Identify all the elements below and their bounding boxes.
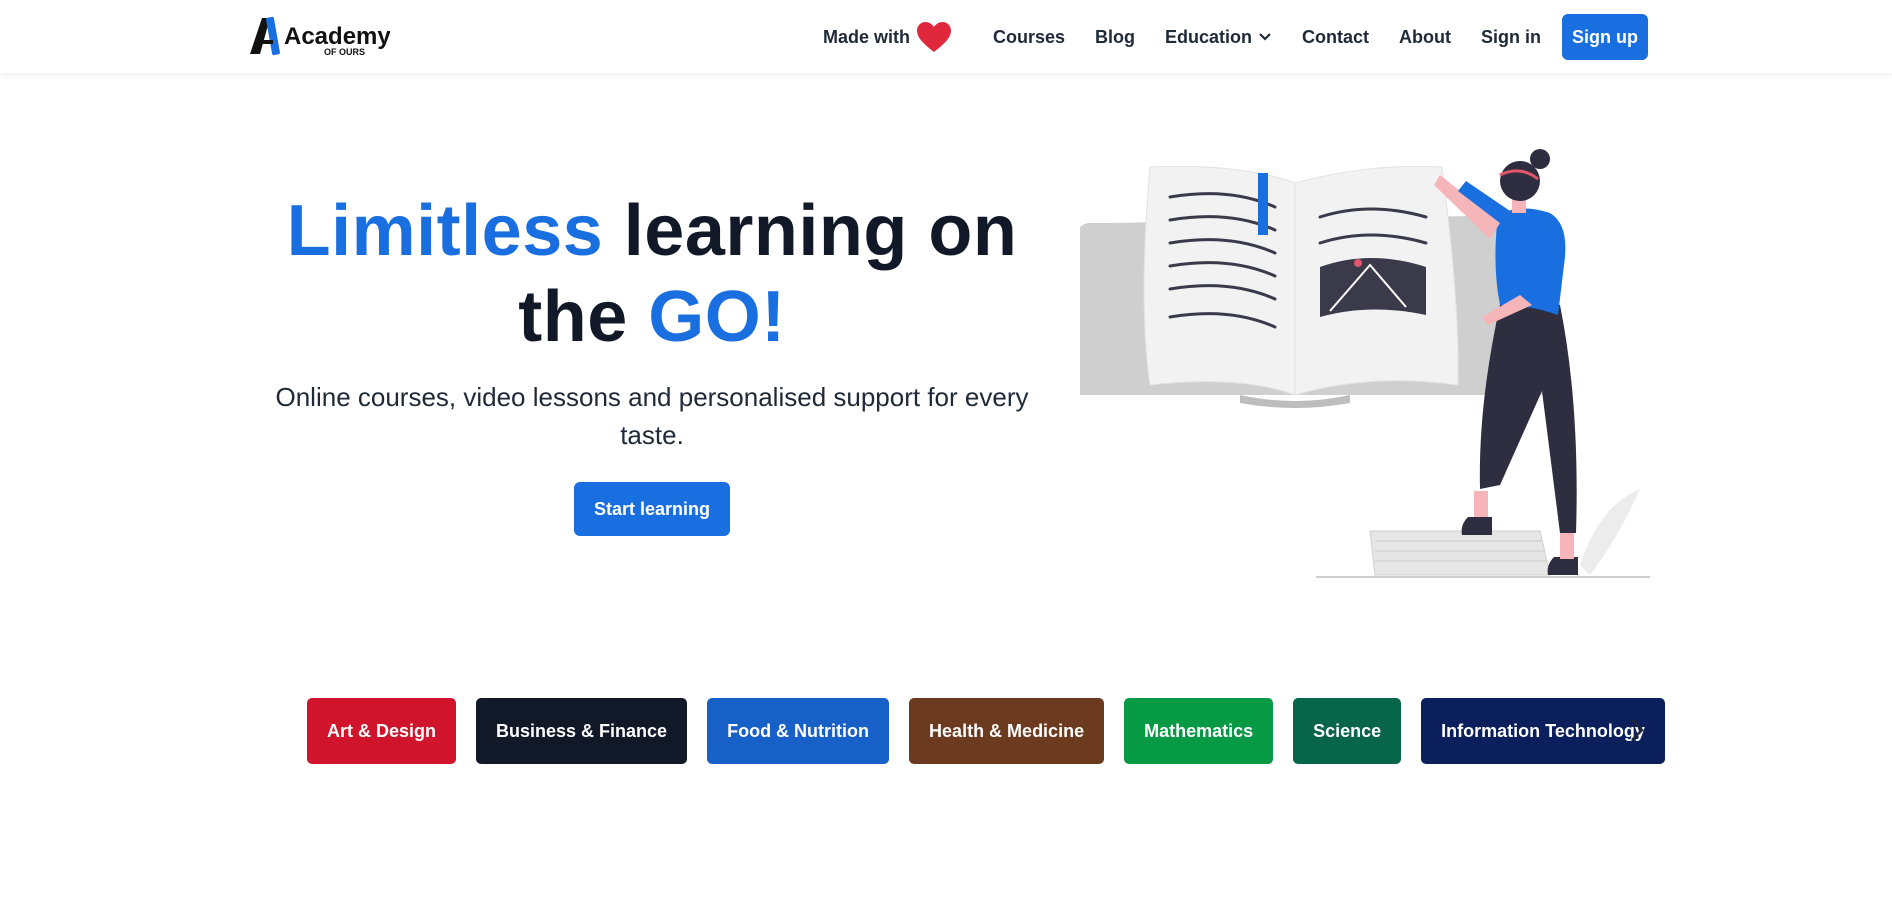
nav-menu: Made with Courses Blog Education Contact… <box>823 14 1648 60</box>
heart-icon <box>916 22 951 52</box>
svg-text:OF OURS: OF OURS <box>324 47 365 57</box>
hero-subtitle: Online courses, video lessons and person… <box>275 382 1029 450</box>
chevron-down-icon <box>1259 33 1271 41</box>
svg-text:Academy: Academy <box>284 23 390 50</box>
nav-about[interactable]: About <box>1399 27 1451 48</box>
start-learning-button[interactable]: Start learning <box>573 482 731 536</box>
nav-sign-in[interactable]: Sign in <box>1481 27 1541 48</box>
hero: Limitless learning on the GO! Online cou… <box>262 188 1042 536</box>
category-art-design[interactable]: Art & Design <box>307 698 457 764</box>
category-bar: Art & Design Business & Finance Food & N… <box>307 698 1685 764</box>
made-with-text: Made with <box>822 26 910 47</box>
hero-title-part-2: the <box>518 277 649 357</box>
chevron-right-icon[interactable] <box>1622 715 1652 745</box>
nav-courses[interactable]: Courses <box>993 27 1065 48</box>
hero-title: Limitless learning on the GO! <box>262 188 1042 360</box>
category-mathematics[interactable]: Mathematics <box>1124 698 1274 764</box>
nav-education-label: Education <box>1165 26 1253 47</box>
nav-education[interactable]: Education <box>1165 27 1272 48</box>
hero-title-accent: Limitless <box>286 191 604 271</box>
nav-blog[interactable]: Blog <box>1095 27 1135 48</box>
category-science[interactable]: Science <box>1293 698 1402 764</box>
hero-title-accent-2: GO! <box>648 277 786 357</box>
hero-illustration <box>1066 145 1650 581</box>
category-food-nutrition[interactable]: Food & Nutrition <box>707 698 890 764</box>
logo[interactable]: Academy OF OURS <box>250 14 390 58</box>
category-business-finance[interactable]: Business & Finance <box>476 698 688 764</box>
navbar: Academy OF OURS Made with Courses Blog E… <box>0 0 1892 73</box>
hero-title-part: learning on <box>603 191 1018 271</box>
nav-contact[interactable]: Contact <box>1302 27 1369 48</box>
sign-up-button[interactable]: Sign up <box>1562 14 1648 60</box>
made-with-label: Made with <box>823 21 952 53</box>
category-health-medicine[interactable]: Health & Medicine <box>909 698 1105 764</box>
